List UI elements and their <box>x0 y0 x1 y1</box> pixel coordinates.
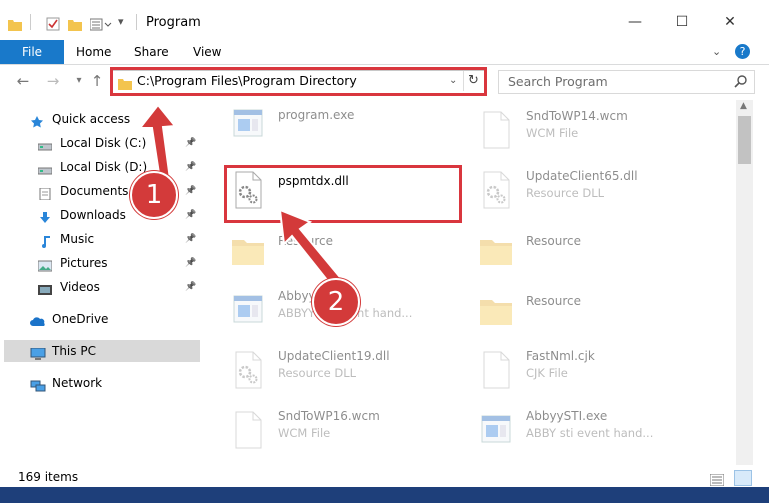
step-2-badge: 2 <box>312 278 360 326</box>
arrow-1 <box>137 103 177 182</box>
step-1-badge: 1 <box>130 171 178 219</box>
annotation-arrows <box>137 103 346 292</box>
